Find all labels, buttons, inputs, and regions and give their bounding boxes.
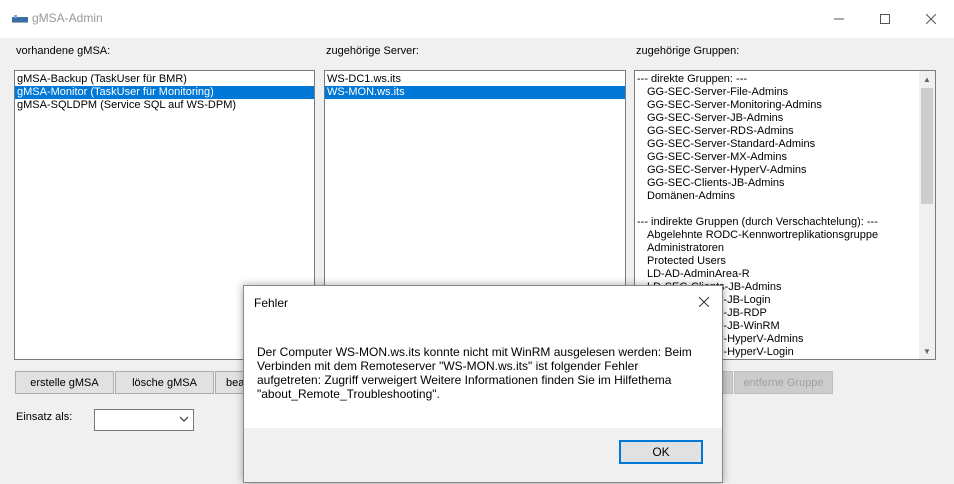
groups-scrollbar[interactable]: ▲ ▼ xyxy=(919,71,935,359)
group-item[interactable]: GG-SEC-Server-File-Admins xyxy=(635,86,917,99)
server-label: zugehörige Server: xyxy=(326,45,419,57)
group-item-blank xyxy=(635,203,917,216)
title-bar: gMSA-Admin xyxy=(0,0,954,38)
groups-label: zugehörige Gruppen: xyxy=(636,45,740,57)
chevron-down-icon xyxy=(179,416,189,422)
group-item[interactable]: GG-SEC-Server-Standard-Admins xyxy=(635,138,917,151)
scroll-down-arrow-icon[interactable]: ▼ xyxy=(919,343,935,359)
scroll-thumb[interactable] xyxy=(921,88,933,204)
window-title: gMSA-Admin xyxy=(32,11,103,25)
delete-gmsa-button[interactable]: lösche gMSA xyxy=(115,371,214,394)
groups-header-direct[interactable]: --- direkte Gruppen: --- xyxy=(635,73,917,86)
remove-group-button[interactable]: entferne Gruppe xyxy=(734,371,833,394)
server-list-item[interactable]: WS-DC1.ws.its xyxy=(325,73,625,86)
gmsa-label: vorhandene gMSA: xyxy=(16,45,111,57)
dialog-footer: OK xyxy=(244,428,722,482)
scroll-up-arrow-icon[interactable]: ▲ xyxy=(919,71,935,87)
maximize-icon xyxy=(880,14,890,24)
server-list-item-selected[interactable]: WS-MON.ws.its xyxy=(325,86,625,99)
gmsa-list-item[interactable]: gMSA-Backup (TaskUser für BMR) xyxy=(15,73,314,86)
group-item[interactable]: LD-AD-AdminArea-R xyxy=(635,268,917,281)
group-item[interactable]: GG-SEC-Clients-JB-Admins xyxy=(635,177,917,190)
dialog-close-button[interactable] xyxy=(694,292,714,312)
groups-header-indirect[interactable]: --- indirekte Gruppen (durch Verschachte… xyxy=(635,216,917,229)
group-item[interactable]: GG-SEC-Server-Monitoring-Admins xyxy=(635,99,917,112)
create-gmsa-button[interactable]: erstelle gMSA xyxy=(15,371,114,394)
maximize-button[interactable] xyxy=(862,0,908,38)
minimize-icon xyxy=(834,18,844,20)
group-item[interactable]: Abgelehnte RODC-Kennwortreplikationsgrup… xyxy=(635,229,917,242)
dialog-message: Der Computer WS-MON.ws.its konnte nicht … xyxy=(257,345,692,401)
group-item[interactable]: Domänen-Admins xyxy=(635,190,917,203)
gmsa-list-item-selected[interactable]: gMSA-Monitor (TaskUser für Monitoring) xyxy=(15,86,314,99)
close-icon xyxy=(926,14,936,24)
group-item[interactable]: Protected Users xyxy=(635,255,917,268)
close-button[interactable] xyxy=(908,0,954,38)
group-item[interactable]: GG-SEC-Server-RDS-Admins xyxy=(635,125,917,138)
group-item[interactable]: GG-SEC-Server-MX-Admins xyxy=(635,151,917,164)
minimize-button[interactable] xyxy=(816,0,862,38)
close-icon xyxy=(699,297,709,307)
group-item[interactable]: GG-SEC-Server-HyperV-Admins xyxy=(635,164,917,177)
gmsa-list-item[interactable]: gMSA-SQLDPM (Service SQL auf WS-DPM) xyxy=(15,99,314,112)
group-item[interactable]: GG-SEC-Server-JB-Admins xyxy=(635,112,917,125)
dialog-title: Fehler xyxy=(254,296,289,310)
app-icon xyxy=(12,15,28,23)
ok-button[interactable]: OK xyxy=(619,440,703,464)
error-dialog: Fehler Der Computer WS-MON.ws.its konnte… xyxy=(243,285,723,483)
einsatz-combobox[interactable] xyxy=(94,409,194,431)
einsatz-label: Einsatz als: xyxy=(16,411,73,423)
group-item[interactable]: Administratoren xyxy=(635,242,917,255)
